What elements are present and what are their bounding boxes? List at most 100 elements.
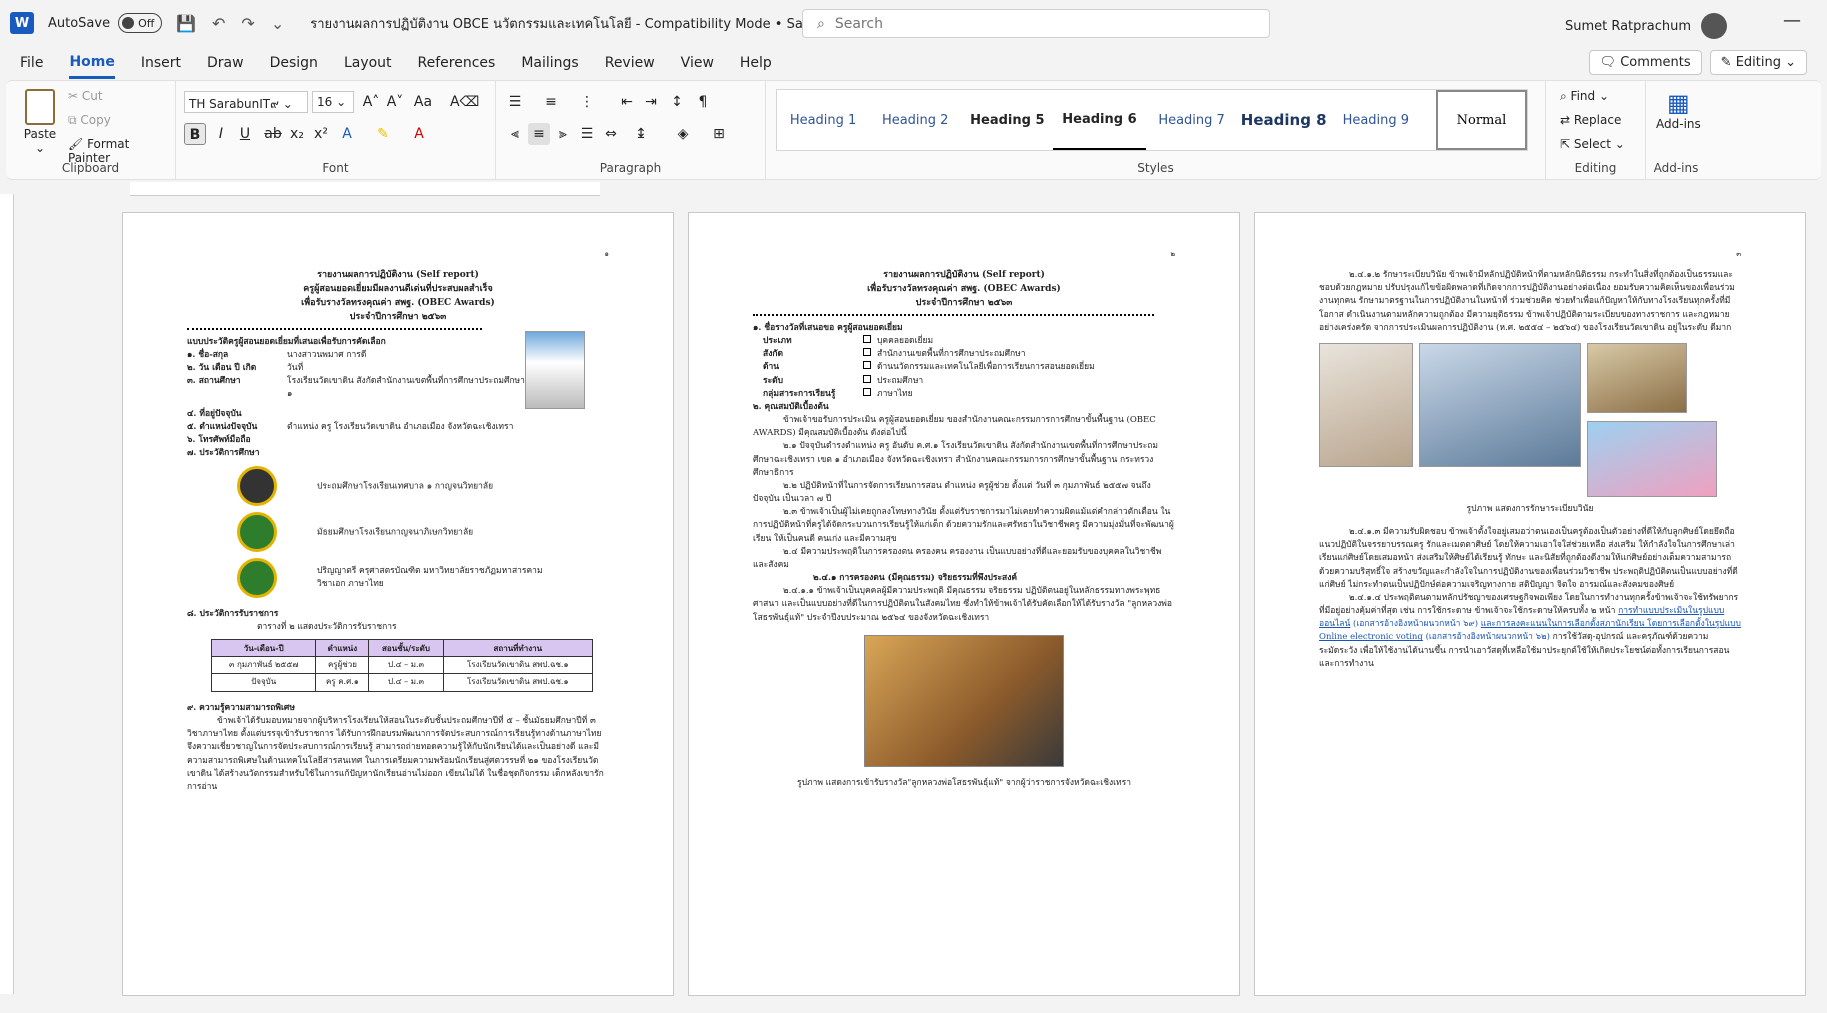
shrink-font-icon[interactable]: A˅ (384, 91, 406, 113)
checkbox-icon[interactable] (863, 374, 871, 383)
underline-button[interactable]: U (234, 123, 256, 145)
numbering-icon[interactable]: ≡ (540, 91, 562, 113)
photo-caption: รูปภาพ แสดงการเข้ารับรางวัล"ลูกหลวงพ่อโส… (797, 777, 1131, 788)
justify-icon[interactable]: ☰ (576, 123, 598, 145)
sort-icon[interactable]: ↕ (666, 91, 688, 113)
tab-view[interactable]: View (681, 49, 714, 77)
clear-formatting-icon[interactable]: A⌫ (450, 91, 479, 113)
customize-toolbar-icon[interactable]: ⌄ (271, 14, 284, 33)
editing-mode-button[interactable]: ✎ Editing ⌄ (1709, 50, 1807, 75)
toggle-knob-icon (122, 17, 135, 29)
style-heading-5[interactable]: Heading 5 (961, 90, 1053, 150)
style-heading-8[interactable]: Heading 8 (1238, 90, 1330, 150)
minimize-icon[interactable]: — (1783, 10, 1801, 31)
bold-button[interactable]: B (184, 123, 206, 145)
tab-review[interactable]: Review (605, 49, 655, 77)
increase-indent-icon[interactable]: ⇥ (640, 91, 662, 113)
education-row: ปริญญาตรี ครุศาสตรบัณฑิต มหาวิทยาลัยราชภ… (237, 558, 609, 599)
teacher-photo (525, 331, 585, 409)
table-header: สถานที่ทำงาน (442, 638, 594, 658)
page-2[interactable]: ๒ รายงานผลการปฏิบัติงาน (Self report) เพ… (688, 212, 1240, 996)
search-box[interactable]: ⌕ (802, 9, 1270, 38)
tab-insert[interactable]: Insert (141, 49, 181, 77)
select-button[interactable]: ⇱ Select ⌄ (1560, 137, 1625, 151)
cut-button[interactable]: ✂ Cut (68, 89, 103, 103)
field-row: ๕. ตำแหน่งปัจจุบัน ตำแหน่ง ครู โรงเรียนวั… (187, 421, 514, 432)
find-button[interactable]: ⌕ Find ⌄ (1560, 89, 1609, 104)
body-paragraph: ๒.๔.๑.๔ ประพฤติตนตามหลักปรัชญาของเศรษฐกิ… (1319, 592, 1741, 669)
font-size-select[interactable]: 16 ⌄ (312, 91, 354, 113)
superscript-button[interactable]: x² (310, 123, 332, 145)
table-row: ๓ กุมภาพันธ์ ๒๕๕๗ ครูผู้ช่วย ป.๔ – ม.๓ โรงเ… (210, 656, 594, 675)
decrease-indent-icon[interactable]: ⇤ (616, 91, 638, 113)
addins-group: ▦ Add-ins Add-ins (1646, 81, 1706, 179)
education-row: ประถมศึกษาโรงเรียนเทศบาล ๑ กาญจนวิทยาลัย (237, 466, 609, 507)
paragraph-group: ☰ ≡ ⋮ ⇤ ⇥ ↕ ¶ ⫷ ≡ ⫸ ☰ ⇔ ↨ ◈ ⊞ Paragraph (496, 81, 766, 179)
user-account[interactable]: Sumet Ratprachum (1565, 13, 1727, 39)
align-left-icon[interactable]: ⫷ (504, 123, 526, 145)
vertical-ruler[interactable] (0, 194, 14, 994)
save-icon[interactable]: 💾 (176, 14, 196, 33)
field-row: ๔. ที่อยู่ปัจจุบัน (187, 408, 242, 419)
italic-button[interactable]: I (210, 123, 232, 145)
show-formatting-icon[interactable]: ¶ (692, 91, 714, 113)
ribbon: Paste ⌄ ✂ Cut ⧉ Copy 🖌 Format Painter Cli… (6, 80, 1821, 180)
grow-font-icon[interactable]: A˄ (360, 91, 382, 113)
page-3[interactable]: ๓ ๒.๔.๑.๒ รักษาระเบียบวินัย ข้าพเจ้ามีหล… (1254, 212, 1806, 996)
subscript-button[interactable]: x₂ (286, 123, 308, 145)
tab-home[interactable]: Home (69, 48, 115, 79)
horizontal-ruler[interactable] (130, 182, 600, 196)
strikethrough-button[interactable]: ab (262, 123, 284, 145)
checkbox-icon[interactable] (863, 348, 871, 357)
borders-icon[interactable]: ⊞ (708, 123, 730, 145)
style-heading-7[interactable]: Heading 7 (1146, 90, 1238, 150)
gallery-photo (1587, 342, 1687, 413)
tab-mailings[interactable]: Mailings (521, 49, 578, 77)
font-name-select[interactable]: TH SarabunIT๙ ⌄ (184, 91, 308, 113)
font-color-icon[interactable]: A (408, 123, 430, 145)
distributed-icon[interactable]: ⇔ (600, 123, 622, 145)
undo-icon[interactable]: ↶ (212, 14, 225, 33)
search-input[interactable] (834, 15, 1235, 32)
autosave-toggle[interactable]: Off (118, 13, 163, 33)
bullets-icon[interactable]: ☰ (504, 91, 526, 113)
paragraph-group-label: Paragraph (599, 161, 662, 175)
checkbox-icon[interactable] (863, 334, 871, 343)
checkbox-icon[interactable] (863, 361, 871, 370)
style-heading-6[interactable]: Heading 6 (1053, 90, 1146, 150)
highlight-color-icon[interactable]: ✎ (372, 123, 394, 145)
style-heading-2[interactable]: Heading 2 (869, 90, 961, 150)
tab-design[interactable]: Design (270, 49, 318, 77)
text-effects-icon[interactable]: A (336, 123, 358, 145)
multilevel-list-icon[interactable]: ⋮ (576, 91, 598, 113)
replace-button[interactable]: ⇄ Replace (1560, 113, 1621, 127)
body-paragraph: ๒.๒ ปฏิบัติหน้าที่ในการจัดการเรียนการสอน… (753, 480, 1151, 505)
avatar[interactable] (1701, 13, 1727, 39)
font-group: TH SarabunIT๙ ⌄ 16 ⌄ A˄ A˅ Aa A⌫ B I U a… (176, 81, 496, 179)
align-right-icon[interactable]: ⫸ (552, 123, 574, 145)
tab-layout[interactable]: Layout (344, 49, 392, 77)
comments-button[interactable]: 🗨 Comments (1588, 50, 1702, 75)
copy-button[interactable]: ⧉ Copy (68, 113, 111, 128)
university-seal-icon (237, 558, 277, 599)
paste-button[interactable]: Paste ⌄ (20, 89, 60, 155)
change-case-icon[interactable]: Aa (412, 91, 434, 113)
page-1[interactable]: ๑ รายงานผลการปฏิบัติงาน (Self report) คร… (122, 212, 674, 996)
tab-help[interactable]: Help (740, 49, 772, 77)
autosave-state: Off (138, 16, 155, 30)
checkbox-icon[interactable] (863, 387, 871, 396)
style-normal[interactable]: Normal (1435, 90, 1528, 150)
tab-draw[interactable]: Draw (207, 49, 244, 77)
shading-icon[interactable]: ◈ (672, 123, 694, 145)
reference-note: (เอกสารอ้างอิงหน้าผนวกหน้า ๖๙) (1353, 619, 1479, 630)
service-heading: ๘. ประวัติการรับราชการ (187, 609, 279, 620)
redo-icon[interactable]: ↷ (241, 14, 254, 33)
style-heading-9[interactable]: Heading 9 (1330, 90, 1422, 150)
line-spacing-icon[interactable]: ↨ (630, 123, 652, 145)
tab-references[interactable]: References (418, 49, 496, 77)
tab-file[interactable]: File (20, 49, 43, 77)
align-center-icon[interactable]: ≡ (528, 123, 550, 145)
addins-button[interactable]: ▦ Add-ins (1656, 89, 1701, 131)
style-heading-1[interactable]: Heading 1 (777, 90, 869, 150)
document-title[interactable]: รายงานผลการปฏิบัติงาน OBCE นวัตกรรมและเท… (310, 13, 842, 34)
